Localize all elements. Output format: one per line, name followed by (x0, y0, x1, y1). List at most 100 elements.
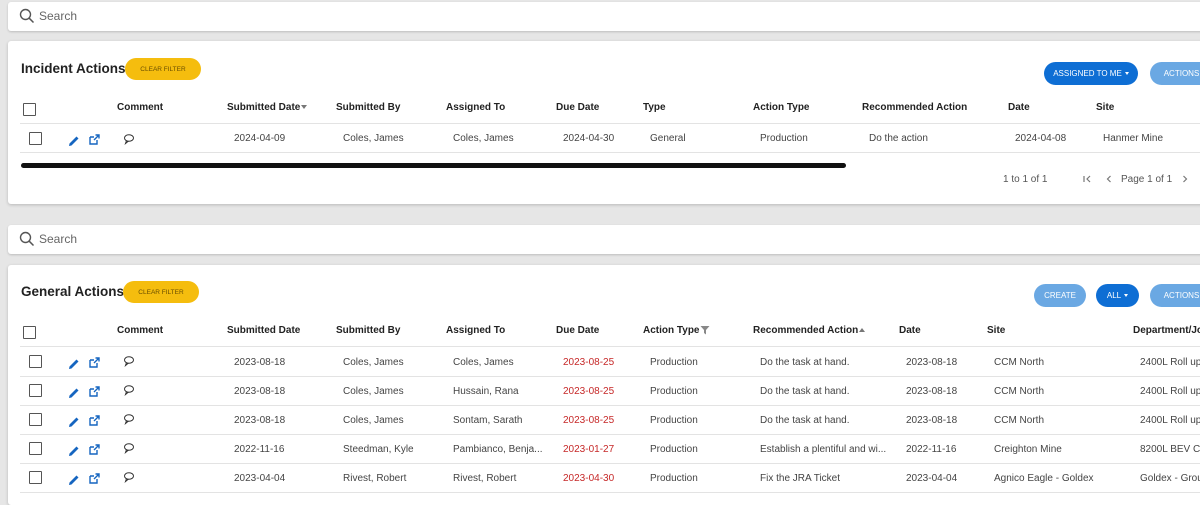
col-date[interactable]: Date (1008, 102, 1030, 113)
search-input[interactable]: Search (39, 232, 77, 246)
col-due-date[interactable]: Due Date (556, 325, 599, 336)
open-in-new-icon[interactable] (88, 386, 100, 398)
comment-icon[interactable] (123, 471, 135, 483)
cell-department: 2400L Roll up (1140, 386, 1200, 397)
cell-submitted-date: 2023-08-18 (234, 386, 286, 397)
pencil-icon[interactable] (68, 135, 80, 147)
create-button[interactable]: CREATE (1034, 284, 1086, 307)
search-icon (19, 231, 35, 247)
cell-assigned-to: Coles, James (453, 133, 514, 144)
cell-submitted-by: Coles, James (343, 133, 404, 144)
cell-date: 2023-08-18 (906, 415, 958, 426)
col-site[interactable]: Site (1096, 102, 1114, 113)
search-icon (19, 8, 35, 24)
cell-submitted-date: 2023-08-18 (234, 357, 286, 368)
comment-icon[interactable] (123, 442, 135, 454)
divider (20, 434, 1200, 435)
assigned-to-me-button[interactable]: ASSIGNED TO ME (1044, 62, 1138, 85)
next-page-icon[interactable] (1180, 174, 1190, 184)
cell-recommended-action: Do the task at hand. (760, 357, 850, 368)
cell-recommended-action: Establish a plentiful and wi... (760, 444, 887, 455)
open-in-new-icon[interactable] (88, 444, 100, 456)
cell-action-type: Production (650, 473, 698, 484)
col-submitted-date[interactable]: Submitted Date (227, 102, 308, 113)
pencil-icon[interactable] (68, 445, 80, 457)
open-in-new-icon[interactable] (88, 134, 100, 146)
pager-page: Page 1 of 1 (1121, 174, 1173, 185)
incident-actions-panel: Incident Actions CLEAR FILTER ASSIGNED T… (8, 41, 1200, 204)
cell-submitted-date: 2024-04-09 (234, 133, 286, 144)
col-assigned-to[interactable]: Assigned To (446, 325, 505, 336)
col-department[interactable]: Department/Jo (1133, 325, 1200, 336)
comment-icon[interactable] (123, 413, 135, 425)
pager-count: 1 to 1 of 1 (1003, 174, 1048, 185)
sort-up-icon (859, 328, 866, 332)
col-submitted-by[interactable]: Submitted By (336, 325, 400, 336)
col-submitted-by[interactable]: Submitted By (336, 102, 400, 113)
cell-date: 2023-04-04 (906, 473, 958, 484)
search-bar-general[interactable]: Search (8, 225, 1200, 254)
row-checkbox[interactable] (29, 355, 42, 368)
col-action-type[interactable]: Action Type (753, 102, 809, 113)
cell-assigned-to: Rivest, Robert (453, 473, 517, 484)
all-filter-button[interactable]: ALL (1096, 284, 1139, 307)
search-input[interactable]: Search (39, 9, 77, 23)
cell-assigned-to: Hussain, Rana (453, 386, 519, 397)
cell-recommended-action: Do the action (869, 133, 928, 144)
comment-icon[interactable] (123, 355, 135, 367)
incident-actions-title: Incident Actions (21, 61, 126, 76)
col-comment[interactable]: Comment (117, 325, 163, 336)
open-in-new-icon[interactable] (88, 473, 100, 485)
col-site[interactable]: Site (987, 325, 1005, 336)
cell-department: Goldex - Grou (1140, 473, 1200, 484)
filter-icon[interactable] (700, 325, 710, 335)
pencil-icon[interactable] (68, 358, 80, 370)
search-bar-top[interactable]: Search (8, 2, 1200, 31)
cell-date: 2023-08-18 (906, 386, 958, 397)
col-comment[interactable]: Comment (117, 102, 163, 113)
col-due-date[interactable]: Due Date (556, 102, 599, 113)
open-in-new-icon[interactable] (88, 415, 100, 427)
cell-site: CCM North (994, 386, 1045, 397)
comment-icon[interactable] (123, 133, 135, 145)
prev-page-icon[interactable] (1104, 174, 1114, 184)
chevron-down-icon (1124, 294, 1129, 297)
pencil-icon[interactable] (68, 416, 80, 428)
cell-action-type: Production (650, 444, 698, 455)
cell-submitted-date: 2022-11-16 (234, 444, 285, 455)
cell-department: 2400L Roll up (1140, 415, 1200, 426)
chevron-down-icon (1124, 72, 1129, 75)
first-page-icon[interactable] (1082, 174, 1092, 184)
row-checkbox[interactable] (29, 442, 42, 455)
cell-submitted-by: Rivest, Robert (343, 473, 407, 484)
open-in-new-icon[interactable] (88, 357, 100, 369)
divider (20, 346, 1200, 347)
row-checkbox[interactable] (29, 384, 42, 397)
divider (20, 492, 1200, 493)
col-submitted-date[interactable]: Submitted Date (227, 325, 300, 336)
general-actions-button[interactable]: ACTIONS (1150, 284, 1200, 307)
cell-due-date: 2024-04-30 (563, 133, 615, 144)
cell-submitted-date: 2023-04-04 (234, 473, 286, 484)
select-all-checkbox[interactable] (23, 326, 36, 339)
col-recommended-action[interactable]: Recommended Action (753, 325, 866, 336)
col-assigned-to[interactable]: Assigned To (446, 102, 505, 113)
row-checkbox[interactable] (29, 132, 42, 145)
divider (20, 123, 1200, 124)
cell-department: 8200L BEV Ch (1140, 444, 1200, 455)
select-all-checkbox[interactable] (23, 103, 36, 116)
row-checkbox[interactable] (29, 413, 42, 426)
pencil-icon[interactable] (68, 474, 80, 486)
incident-actions-button[interactable]: ACTIONS (1150, 62, 1200, 85)
cell-due-date: 2023-08-25 (563, 386, 615, 397)
incident-clear-filter-button[interactable]: CLEAR FILTER (125, 58, 201, 80)
comment-icon[interactable] (123, 384, 135, 396)
row-checkbox[interactable] (29, 471, 42, 484)
horizontal-scrollbar[interactable] (21, 163, 846, 168)
col-recommended-action[interactable]: Recommended Action (862, 102, 967, 113)
col-date[interactable]: Date (899, 325, 921, 336)
pencil-icon[interactable] (68, 387, 80, 399)
col-type[interactable]: Type (643, 102, 666, 113)
general-clear-filter-button[interactable]: CLEAR FILTER (123, 281, 199, 303)
col-action-type[interactable]: Action Type (643, 325, 710, 336)
